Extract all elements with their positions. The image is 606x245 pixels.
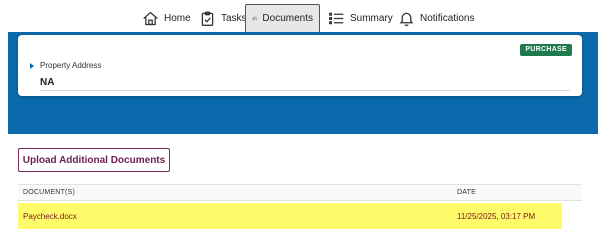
nav-label-summary: Summary xyxy=(350,12,393,24)
nav-item-summary[interactable]: Summary xyxy=(322,4,399,32)
nav-item-home[interactable]: Home xyxy=(136,4,197,32)
list-icon xyxy=(329,12,344,24)
nav-item-documents[interactable]: Documents xyxy=(245,4,320,32)
document-date: 11/25/2025, 03:17 PM xyxy=(457,212,536,221)
nav-label-tasks: Tasks xyxy=(221,12,247,24)
clipboard-check-icon xyxy=(201,10,214,26)
documents-table: DOCUMENT(S) DATE Paycheck.docx 11/25/202… xyxy=(18,184,582,229)
caret-right-icon xyxy=(30,62,34,69)
bell-icon xyxy=(399,12,414,26)
property-address-label: Property Address xyxy=(40,61,102,70)
nav-item-tasks[interactable]: Tasks xyxy=(193,4,253,32)
nav-label-home: Home xyxy=(164,12,191,24)
top-nav: Home Tasks Documents Summary Notificatio… xyxy=(0,0,606,33)
divider xyxy=(40,90,570,91)
transaction-type-badge: PURCHASE xyxy=(520,44,572,56)
table-header: DOCUMENT(S) DATE xyxy=(18,184,582,201)
nav-label-documents: Documents xyxy=(262,13,313,24)
property-card: PURCHASE Property Address NA xyxy=(18,35,582,96)
property-address-value: NA xyxy=(40,77,55,88)
column-header-document: DOCUMENT(S) xyxy=(23,189,75,196)
document-name[interactable]: Paycheck.docx xyxy=(23,212,77,221)
upload-additional-documents-button[interactable]: Upload Additional Documents xyxy=(18,148,170,172)
nav-item-notifications[interactable]: Notifications xyxy=(392,4,480,32)
cloud-upload-icon xyxy=(252,16,258,21)
home-icon xyxy=(143,11,158,25)
column-header-date: DATE xyxy=(457,189,476,196)
table-row[interactable]: Paycheck.docx 11/25/2025, 03:17 PM xyxy=(18,203,562,229)
nav-label-notifications: Notifications xyxy=(420,12,475,24)
property-address-toggle[interactable]: Property Address xyxy=(30,61,101,70)
